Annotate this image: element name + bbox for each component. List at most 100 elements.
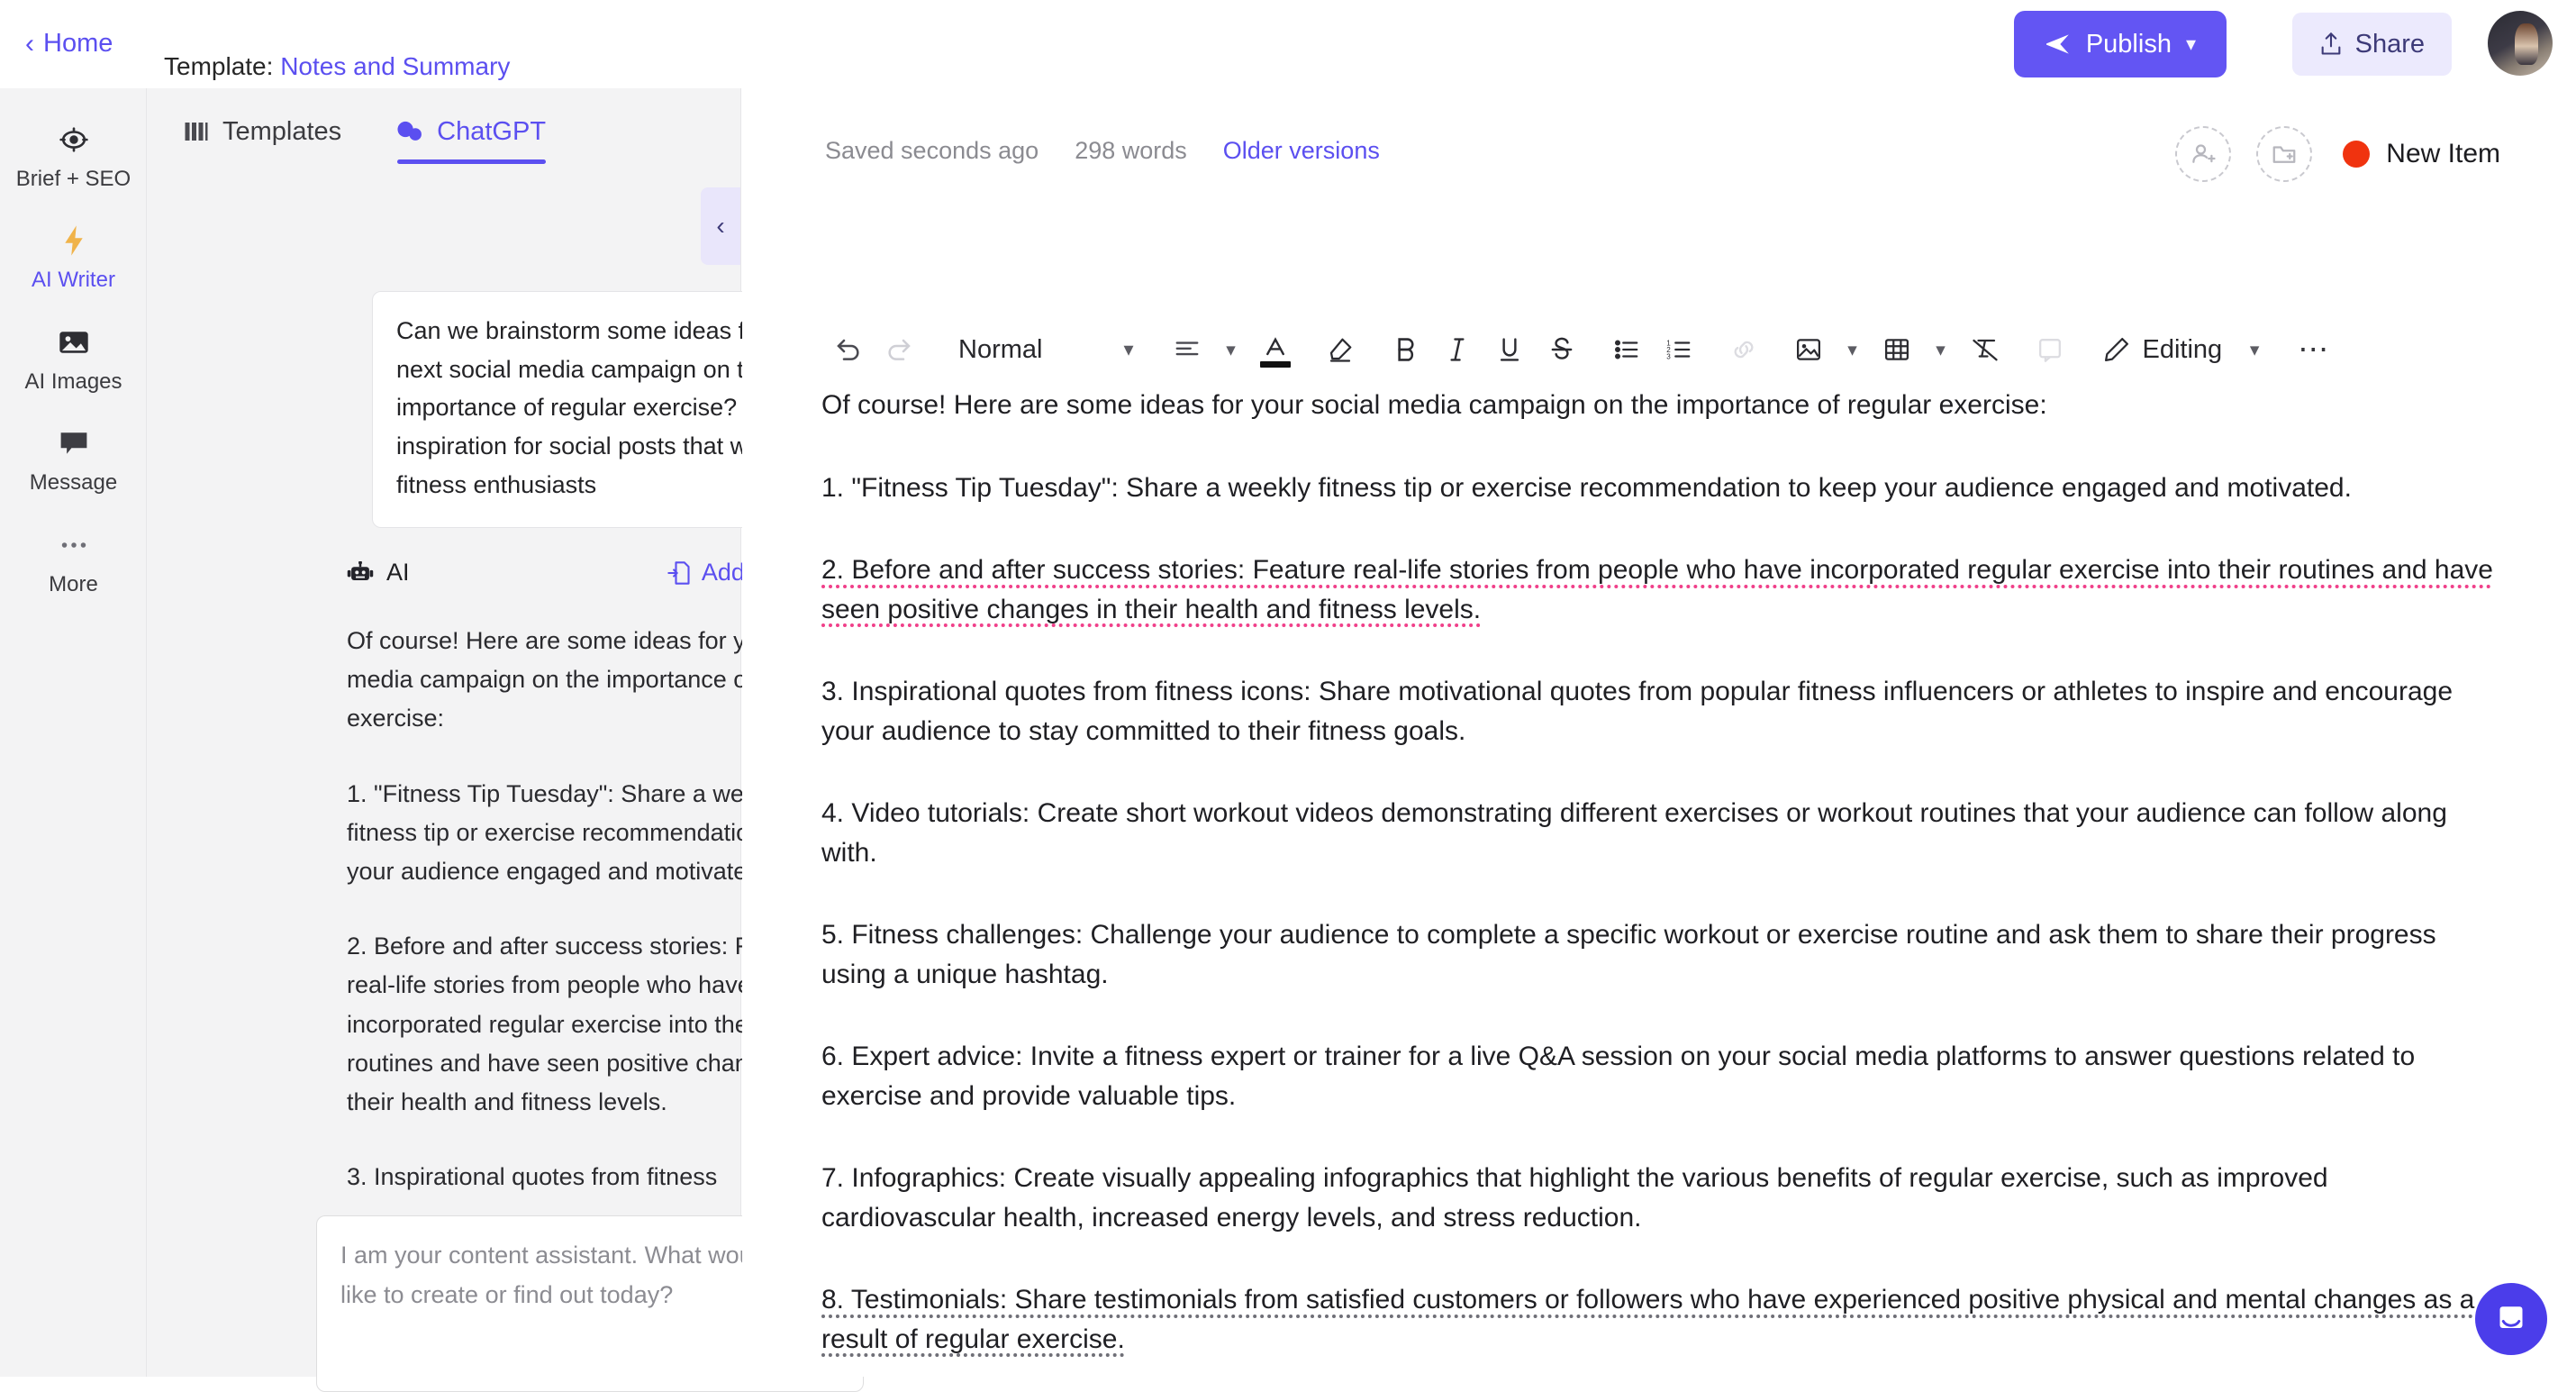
avatar[interactable]	[2488, 11, 2553, 76]
home-back-link[interactable]: ‹ Home	[25, 29, 113, 59]
insert-table-button[interactable]	[1871, 323, 1923, 377]
word-count: 298 words	[1075, 137, 1187, 165]
ellipsis-icon	[59, 528, 89, 562]
toolbar-more-button[interactable]: ⋯	[2289, 332, 2339, 368]
strikethrough-button[interactable]	[1536, 323, 1588, 377]
intercom-chat-icon	[2493, 1301, 2529, 1337]
image-icon	[59, 325, 89, 359]
sidebar-item-label: Brief + SEO	[16, 168, 131, 191]
image-dropdown[interactable]: ▾	[1835, 323, 1871, 377]
bold-button[interactable]	[1379, 323, 1431, 377]
chevron-down-icon: ▾	[1123, 338, 1133, 361]
document-paragraph: 3. Inspirational quotes from fitness ico…	[821, 672, 2506, 751]
numbered-list-button[interactable]: 1 2 3	[1653, 323, 1705, 377]
svg-text:3: 3	[1666, 353, 1671, 361]
link-button[interactable]	[1718, 323, 1770, 377]
chevron-down-icon: ▾	[1226, 339, 1236, 361]
send-icon	[2045, 32, 2072, 56]
template-breadcrumb: Template: Notes and Summary	[164, 52, 510, 81]
undo-button[interactable]	[821, 323, 874, 377]
lightning-icon	[60, 223, 87, 258]
home-label: Home	[43, 29, 113, 59]
ai-label: AI	[386, 559, 410, 587]
chevron-down-icon: ▾	[2250, 339, 2260, 361]
templates-icon	[183, 119, 210, 144]
document-paragraph: 6. Expert advice: Invite a fitness exper…	[821, 1037, 2506, 1115]
document-paragraph: 4. Video tutorials: Create short workout…	[821, 794, 2506, 872]
chevron-down-icon: ▾	[1847, 339, 1857, 361]
panel-tabs: Templates ChatGPT	[147, 88, 741, 175]
document-paragraph: 5. Fitness challenges: Challenge your au…	[821, 915, 2506, 994]
tab-label: ChatGPT	[437, 117, 546, 147]
comment-button[interactable]	[2024, 323, 2076, 377]
pencil-icon	[2103, 336, 2130, 363]
paragraph-style-select[interactable]: Normal ▾	[939, 323, 1138, 377]
share-button[interactable]: Share	[2292, 13, 2452, 76]
status-dot	[2343, 141, 2370, 168]
ai-author: AI	[347, 559, 410, 587]
chevron-left-icon: ‹	[716, 212, 724, 241]
add-folder-button[interactable]	[2256, 126, 2312, 182]
redo-button[interactable]	[874, 323, 926, 377]
clear-formatting-button[interactable]	[1959, 323, 2011, 377]
document-meta: Saved seconds ago 298 words Older versio…	[825, 137, 1380, 165]
chevron-left-icon: ‹	[25, 31, 34, 58]
sidebar-item-label: AI Writer	[32, 268, 115, 292]
editor-toolbar: Normal ▾ ▾	[821, 315, 2522, 384]
text-color-swatch	[1260, 361, 1291, 368]
chat-bubble-icon	[59, 426, 89, 460]
editing-mode-dropdown[interactable]: ▾	[2236, 323, 2272, 377]
left-icon-rail: Brief + SEO AI Writer AI Images Message	[0, 88, 147, 1377]
avatar-face	[2515, 23, 2538, 65]
highlight-button[interactable]	[1314, 323, 1366, 377]
upload-icon	[2319, 32, 2343, 57]
template-name-link[interactable]: Notes and Summary	[280, 52, 510, 80]
sidebar-item-ai-images[interactable]: AI Images	[0, 305, 147, 406]
editing-mode-selector[interactable]: Editing	[2089, 323, 2237, 377]
chat-bubbles-icon	[395, 119, 424, 144]
document-actions: New Item	[2175, 126, 2500, 182]
tab-templates[interactable]: Templates	[183, 88, 341, 175]
underline-button[interactable]	[1483, 323, 1536, 377]
sidebar-item-label: More	[49, 573, 98, 596]
tab-label: Templates	[222, 117, 341, 147]
sidebar-item-brief-seo[interactable]: Brief + SEO	[0, 103, 147, 204]
table-dropdown[interactable]: ▾	[1923, 323, 1959, 377]
robot-icon	[347, 561, 374, 585]
document-paragraph: 1. "Fitness Tip Tuesday": Share a weekly…	[821, 469, 2506, 508]
sidebar-item-message[interactable]: Message	[0, 406, 147, 507]
paragraph-style-value: Normal	[958, 335, 1042, 365]
sidebar-item-ai-writer[interactable]: AI Writer	[0, 204, 147, 305]
new-item-status[interactable]: New Item	[2343, 139, 2500, 169]
sidebar-item-label: AI Images	[24, 370, 122, 394]
top-bar: ‹ Home Template: Notes and Summary Publi…	[0, 0, 2576, 88]
document-paragraph: Of course! Here are some ideas for your …	[821, 386, 2506, 425]
editing-mode-label: Editing	[2143, 335, 2223, 365]
older-versions-link[interactable]: Older versions	[1223, 137, 1380, 165]
publish-button[interactable]: Publish ▾	[2014, 11, 2227, 77]
saved-status: Saved seconds ago	[825, 137, 1039, 165]
panel-collapse-button[interactable]: ‹	[701, 187, 740, 265]
tab-chatgpt[interactable]: ChatGPT	[395, 88, 546, 175]
document-body[interactable]: Of course! Here are some ideas for your …	[821, 386, 2506, 1377]
document-editor: Saved seconds ago 298 words Older versio…	[742, 88, 2576, 1377]
add-user-icon	[2190, 141, 2217, 168]
share-label: Share	[2355, 30, 2425, 59]
chevron-down-icon: ▾	[1936, 339, 1946, 361]
align-button[interactable]	[1161, 323, 1213, 377]
insert-image-button[interactable]	[1782, 323, 1835, 377]
document-paragraph: 8. Testimonials: Share testimonials from…	[821, 1280, 2506, 1359]
text-color-button[interactable]	[1249, 323, 1302, 377]
new-item-label: New Item	[2386, 139, 2500, 169]
sidebar-item-label: Message	[30, 471, 117, 495]
add-to-document-icon	[667, 560, 691, 586]
add-user-button[interactable]	[2175, 126, 2231, 182]
publish-label: Publish	[2086, 30, 2172, 59]
assistant-panel: Templates ChatGPT ‹ Can we brainstorm so…	[147, 88, 741, 1377]
template-prefix-label: Template:	[164, 52, 273, 80]
align-dropdown[interactable]: ▾	[1213, 323, 1249, 377]
sidebar-item-more[interactable]: More	[0, 508, 147, 609]
italic-button[interactable]	[1431, 323, 1483, 377]
support-chat-widget[interactable]	[2475, 1283, 2547, 1355]
bullet-list-button[interactable]	[1601, 323, 1653, 377]
